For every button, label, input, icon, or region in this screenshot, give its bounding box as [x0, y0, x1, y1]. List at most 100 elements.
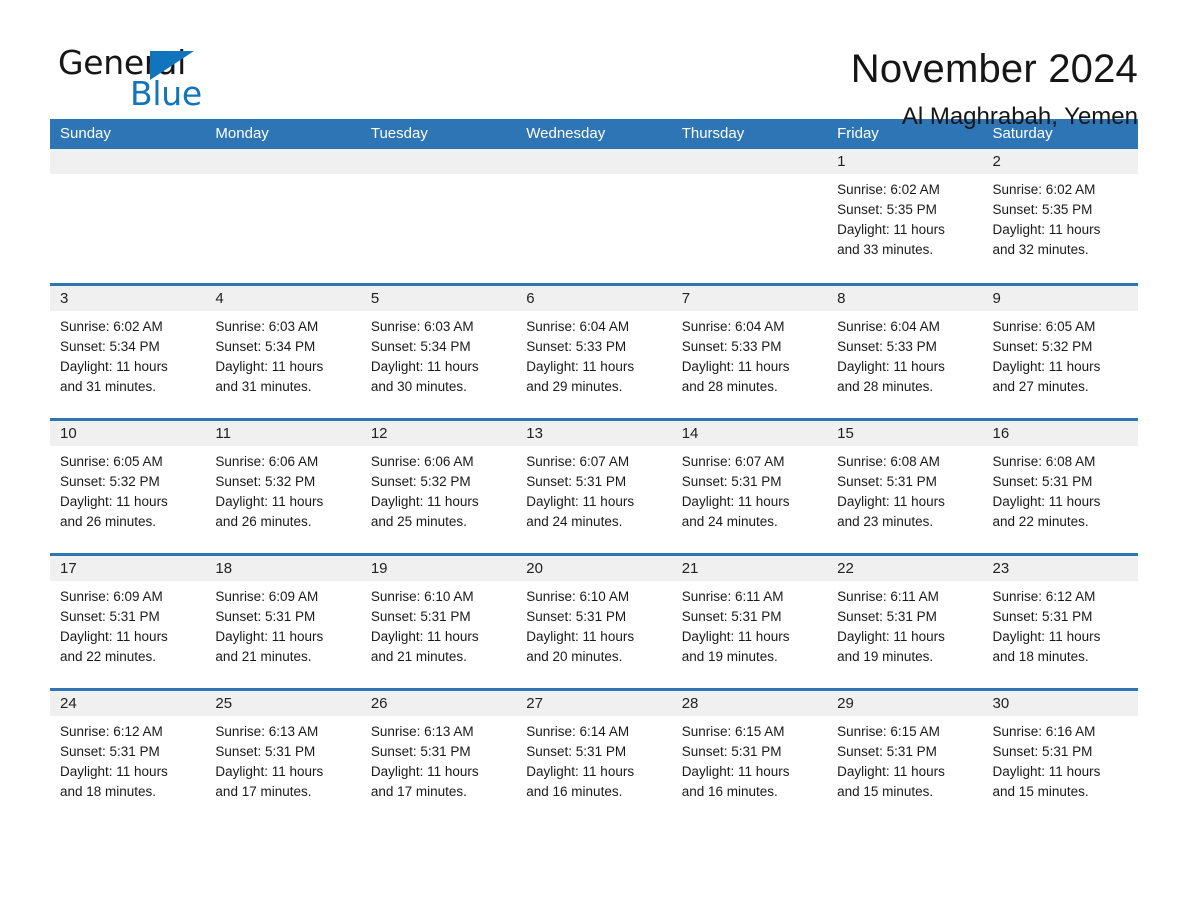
calendar-day-cell[interactable]: 8 Sunrise: 6:04 AM Sunset: 5:33 PM Daylight… [827, 282, 983, 419]
daylight-text-line2: and 21 minutes. [215, 648, 312, 664]
day-number: 12 [360, 420, 517, 446]
calendar-day-cell[interactable]: 6 Sunrise: 6:04 AM Sunset: 5:33 PM Daylight… [516, 282, 672, 419]
day-number: 11 [205, 420, 361, 446]
daylight-text-line2: and 16 minutes. [526, 783, 623, 799]
calendar-day-cell[interactable]: 24 Sunrise: 6:12 AM Sunset: 5:31 PM Dayligh… [50, 687, 206, 824]
sunrise-text: Sunrise: 6:06 AM [215, 453, 319, 469]
sunset-text: Sunset: 5:34 PM [215, 338, 316, 354]
calendar-day-cell[interactable]: 25 Sunrise: 6:13 AM Sunset: 5:31 PM Dayligh… [205, 687, 361, 824]
day-details: Sunrise: 6:15 AM Sunset: 5:31 PM Daylight:… [672, 716, 827, 802]
sunset-text: Sunset: 5:34 PM [60, 338, 160, 354]
daylight-text-line2: and 22 minutes. [60, 648, 157, 664]
day-number: 27 [516, 690, 672, 716]
day-details: Sunrise: 6:16 AM Sunset: 5:31 PM Daylight:… [983, 716, 1138, 802]
daylight-text-line2: and 17 minutes. [370, 783, 467, 799]
day-number: 6 [516, 285, 672, 311]
sunset-text: Sunset: 5:31 PM [60, 608, 160, 624]
weekday-header-thursday: Thursday [671, 119, 828, 149]
calendar-day-cell[interactable]: 4 Sunrise: 6:03 AM Sunset: 5:34 PM Daylight… [205, 282, 361, 419]
weekday-header-sunday: Sunday [50, 119, 206, 149]
sunrise-text: Sunrise: 6:13 AM [215, 723, 319, 739]
sunrise-text: Sunrise: 6:16 AM [992, 723, 1096, 739]
calendar-day-cell[interactable]: 13 Sunrise: 6:07 AM Sunset: 5:31 PM Dayligh… [516, 417, 672, 554]
page-title: November 2024 [850, 47, 1138, 91]
calendar-day-cell[interactable]: 11 Sunrise: 6:06 AM Sunset: 5:32 PM Dayligh… [205, 417, 361, 554]
daylight-text-line1: Daylight: 11 hours [837, 358, 945, 374]
calendar-day-cell[interactable]: 9 Sunrise: 6:05 AM Sunset: 5:32 PM Daylight… [982, 282, 1138, 419]
daylight-text-line1: Daylight: 11 hours [681, 358, 790, 374]
calendar-day-cell-empty [671, 149, 828, 284]
calendar-day-cell[interactable]: 14 Sunrise: 6:07 AM Sunset: 5:31 PM Dayligh… [671, 417, 828, 554]
calendar-day-cell-empty [516, 149, 672, 284]
calendar-day-cell[interactable]: 17 Sunrise: 6:09 AM Sunset: 5:31 PM Dayligh… [50, 552, 206, 689]
day-number: 19 [360, 555, 517, 581]
day-number: 25 [205, 690, 361, 716]
day-number: 8 [827, 285, 983, 311]
calendar-day-cell[interactable]: 23 Sunrise: 6:12 AM Sunset: 5:31 PM Dayligh… [982, 552, 1138, 689]
logo-text-blue: Blue [130, 74, 202, 113]
day-details: Sunrise: 6:10 AM Sunset: 5:31 PM Daylight:… [361, 581, 516, 667]
daylight-text-line1: Daylight: 11 hours [992, 358, 1101, 374]
sunset-text: Sunset: 5:31 PM [215, 743, 316, 759]
daylight-text-line2: and 17 minutes. [215, 783, 312, 799]
daylight-text-line2: and 33 minutes. [837, 242, 934, 257]
calendar-day-cell[interactable]: 10 Sunrise: 6:05 AM Sunset: 5:32 PM Dayligh… [50, 417, 206, 554]
day-number: 10 [50, 420, 206, 446]
calendar-day-cell[interactable]: 18 Sunrise: 6:09 AM Sunset: 5:31 PM Dayligh… [205, 552, 361, 689]
day-number: 13 [516, 420, 672, 446]
day-number: 7 [671, 285, 828, 311]
sunrise-text: Sunrise: 6:07 AM [526, 453, 630, 469]
day-details: Sunrise: 6:12 AM Sunset: 5:31 PM Daylight:… [50, 716, 205, 802]
day-number: 15 [827, 420, 983, 446]
calendar-day-cell[interactable]: 16 Sunrise: 6:08 AM Sunset: 5:31 PM Dayligh… [982, 417, 1138, 554]
day-number [205, 149, 361, 174]
calendar-day-cell[interactable]: 30 Sunrise: 6:16 AM Sunset: 5:31 PM Dayligh… [982, 687, 1138, 824]
day-details: Sunrise: 6:03 AM Sunset: 5:34 PM Daylight:… [205, 311, 360, 397]
day-number: 28 [671, 690, 828, 716]
daylight-text-line1: Daylight: 11 hours [681, 763, 790, 779]
day-number: 24 [50, 690, 206, 716]
day-details: Sunrise: 6:04 AM Sunset: 5:33 PM Daylight:… [827, 311, 982, 397]
day-number [516, 149, 672, 174]
day-details: Sunrise: 6:11 AM Sunset: 5:31 PM Daylight:… [827, 581, 982, 667]
calendar-day-cell[interactable]: 29 Sunrise: 6:15 AM Sunset: 5:31 PM Dayligh… [827, 687, 983, 824]
day-number [671, 149, 828, 174]
calendar-day-cell[interactable]: 20 Sunrise: 6:10 AM Sunset: 5:31 PM Dayligh… [516, 552, 672, 689]
day-details: Sunrise: 6:14 AM Sunset: 5:31 PM Daylight:… [516, 716, 671, 802]
day-details: Sunrise: 6:10 AM Sunset: 5:31 PM Daylight:… [516, 581, 671, 667]
generalblue-logo[interactable]: General Blue [50, 44, 250, 114]
calendar-page: General Blue November 2024 Al Maghrabah,… [0, 0, 1188, 918]
calendar-day-cell[interactable]: 27 Sunrise: 6:14 AM Sunset: 5:31 PM Dayligh… [516, 687, 672, 824]
daylight-text-line2: and 26 minutes. [215, 513, 312, 529]
day-number: 4 [205, 285, 361, 311]
daylight-text-line1: Daylight: 11 hours [60, 763, 168, 779]
daylight-text-line2: and 25 minutes. [370, 513, 467, 529]
day-number: 3 [50, 285, 206, 311]
daylight-text-line2: and 28 minutes. [681, 378, 778, 394]
daylight-text-line1: Daylight: 11 hours [215, 493, 324, 509]
day-details: Sunrise: 6:06 AM Sunset: 5:32 PM Daylight:… [205, 446, 360, 532]
day-number: 20 [516, 555, 672, 581]
day-details: Sunrise: 6:12 AM Sunset: 5:31 PM Daylight:… [983, 581, 1138, 667]
calendar-day-cell[interactable]: 26 Sunrise: 6:13 AM Sunset: 5:31 PM Dayligh… [360, 687, 517, 824]
calendar-day-cell[interactable]: 12 Sunrise: 6:06 AM Sunset: 5:32 PM Dayligh… [360, 417, 517, 554]
day-number: 5 [360, 285, 517, 311]
calendar-day-cell[interactable]: 7 Sunrise: 6:04 AM Sunset: 5:33 PM Daylight… [671, 282, 828, 419]
day-number: 23 [982, 555, 1138, 581]
calendar-day-cell[interactable]: 22 Sunrise: 6:11 AM Sunset: 5:31 PM Dayligh… [827, 552, 983, 689]
day-number [50, 149, 206, 174]
calendar-day-cell[interactable]: 1 Sunrise: 6:02 AM Sunset: 5:35 PM Daylight… [827, 149, 983, 284]
sunrise-text: Sunrise: 6:10 AM [526, 588, 630, 604]
calendar-day-cell[interactable]: 19 Sunrise: 6:10 AM Sunset: 5:31 PM Dayligh… [360, 552, 517, 689]
calendar-day-cell[interactable]: 28 Sunrise: 6:15 AM Sunset: 5:31 PM Dayligh… [671, 687, 828, 824]
calendar-day-cell[interactable]: 15 Sunrise: 6:08 AM Sunset: 5:31 PM Dayligh… [827, 417, 983, 554]
sunrise-text: Sunrise: 6:15 AM [837, 723, 940, 739]
daylight-text-line2: and 15 minutes. [837, 783, 934, 799]
calendar-day-cell[interactable]: 21 Sunrise: 6:11 AM Sunset: 5:31 PM Dayligh… [671, 552, 828, 689]
day-number: 17 [50, 555, 206, 581]
calendar-day-cell[interactable]: 2 Sunrise: 6:02 AM Sunset: 5:35 PM Daylight… [982, 149, 1138, 284]
sunset-text: Sunset: 5:31 PM [681, 743, 782, 759]
daylight-text-line1: Daylight: 11 hours [60, 358, 168, 374]
calendar-day-cell[interactable]: 5 Sunrise: 6:03 AM Sunset: 5:34 PM Daylight… [360, 282, 517, 419]
calendar-day-cell[interactable]: 3 Sunrise: 6:02 AM Sunset: 5:34 PM Daylight… [50, 282, 206, 419]
